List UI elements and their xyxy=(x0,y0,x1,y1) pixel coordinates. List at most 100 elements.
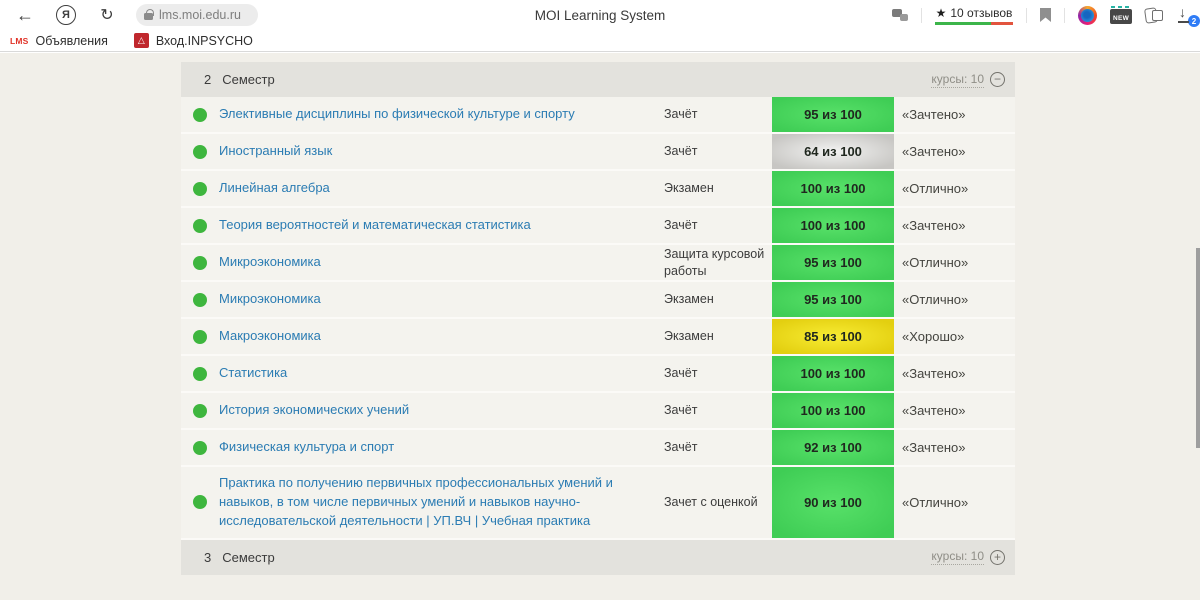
lock-icon xyxy=(144,9,154,20)
semester-number: 3 xyxy=(204,549,212,565)
course-link[interactable]: Статистика xyxy=(219,357,664,390)
bookmark-item-announcements[interactable]: LMS Объявления xyxy=(10,34,108,48)
courses-count-link[interactable]: курсы: 10 xyxy=(931,549,984,566)
grade-text: «Хорошо» xyxy=(902,329,965,344)
bookmark-label: Объявления xyxy=(35,33,108,48)
status-cell xyxy=(181,255,219,270)
browser-window: ← Я ↻ lms.moi.edu.ru MOI Learning System… xyxy=(0,0,1200,600)
course-link[interactable]: Микроэкономика xyxy=(219,283,664,316)
course-link[interactable]: Линейная алгебра xyxy=(219,172,664,205)
reload-button[interactable]: ↻ xyxy=(90,5,124,25)
course-link[interactable]: Микроэкономика xyxy=(219,246,664,279)
status-dot-icon xyxy=(193,495,207,510)
bookmark-icon[interactable] xyxy=(1040,8,1051,22)
score-badge: 85 из 100 xyxy=(772,319,894,354)
grades-table: 2 Семестр курсы: 10 − Элективные дисципл… xyxy=(181,62,1015,575)
status-dot-icon xyxy=(193,181,207,196)
browser-toolbar: ← Я ↻ lms.moi.edu.ru MOI Learning System… xyxy=(0,0,1200,30)
rating-bar xyxy=(935,21,1013,25)
course-link[interactable]: Теория вероятностей и математическая ста… xyxy=(219,209,664,242)
reviews-rating[interactable]: ★ 10 отзывов xyxy=(935,6,1013,25)
afisha-new-icon[interactable]: NEW xyxy=(1110,6,1132,24)
scrollbar-thumb[interactable] xyxy=(1196,248,1200,448)
semester-label: Семестр xyxy=(222,72,275,87)
bookmark-item-inpsycho[interactable]: △ Вход.INPSYCHO xyxy=(133,33,253,48)
table-row: Практика по получению первичных професси… xyxy=(181,467,1015,540)
status-cell xyxy=(181,366,219,381)
table-row: Статистика Зачёт 100 из 100 «Зачтено» xyxy=(181,356,1015,393)
score-badge: 100 из 100 xyxy=(772,171,894,206)
grade-text: «Отлично» xyxy=(902,494,969,510)
lms-favicon: LMS xyxy=(10,35,29,46)
status-dot-icon xyxy=(193,218,207,233)
grade-text: «Зачтено» xyxy=(902,107,966,122)
download-arrow-icon: ↓ xyxy=(1179,4,1186,20)
course-link[interactable]: Физическая культура и спорт xyxy=(219,431,664,464)
collapse-icon[interactable]: − xyxy=(990,72,1005,87)
score-badge: 95 из 100 xyxy=(772,245,894,280)
status-dot-icon xyxy=(193,403,207,418)
address-bar[interactable]: lms.moi.edu.ru xyxy=(136,4,258,26)
status-cell xyxy=(181,218,219,233)
status-dot-icon xyxy=(193,366,207,381)
status-cell xyxy=(181,440,219,455)
exam-type: Зачёт xyxy=(664,144,698,159)
exam-type: Зачет с оценкой xyxy=(664,494,758,509)
status-dot-icon xyxy=(193,255,207,270)
score-badge: 90 из 100 xyxy=(772,467,894,538)
grade-text: «Зачтено» xyxy=(902,366,966,381)
exam-type: Зачёт xyxy=(664,107,698,122)
table-row: Физическая культура и спорт Зачёт 92 из … xyxy=(181,430,1015,467)
status-cell xyxy=(181,181,219,196)
course-link[interactable]: История экономических учений xyxy=(219,394,664,427)
score-badge: 95 из 100 xyxy=(772,282,894,317)
download-count-badge: 2 xyxy=(1188,15,1200,27)
course-link[interactable]: Элективные дисциплины по физической куль… xyxy=(219,98,664,131)
bookmark-label: Вход.INPSYCHO xyxy=(155,33,253,48)
course-link[interactable]: Иностранный язык xyxy=(219,135,664,168)
exam-type: Зачёт xyxy=(664,403,698,418)
collections-icon[interactable] xyxy=(1145,8,1163,22)
status-cell xyxy=(181,144,219,159)
status-dot-icon xyxy=(193,107,207,122)
expand-icon[interactable]: + xyxy=(990,549,1005,565)
status-cell xyxy=(181,403,219,418)
table-row: Элективные дисциплины по физической куль… xyxy=(181,97,1015,134)
courses-count-link[interactable]: курсы: 10 xyxy=(931,72,984,88)
exam-type: Зачёт xyxy=(664,440,698,455)
exam-type: Зачёт xyxy=(664,218,698,233)
url-text: lms.moi.edu.ru xyxy=(159,8,241,22)
grade-text: «Зачтено» xyxy=(902,218,966,233)
profile-avatar-icon[interactable] xyxy=(1078,5,1097,25)
separator xyxy=(1064,7,1065,23)
table-row: Микроэкономика Экзамен 95 из 100 «Отличн… xyxy=(181,282,1015,319)
course-link[interactable]: Практика по получению первичных професси… xyxy=(219,467,664,538)
table-row: Макроэкономика Экзамен 85 из 100 «Хорошо… xyxy=(181,319,1015,356)
downloads-button[interactable]: ↓ 2 xyxy=(1176,4,1200,27)
course-rows: Элективные дисциплины по физической куль… xyxy=(181,97,1015,540)
semester-number: 2 xyxy=(204,72,212,87)
grade-text: «Зачтено» xyxy=(902,403,966,418)
bookmarks-bar: LMS Объявления △ Вход.INPSYCHO xyxy=(0,30,1200,52)
grade-text: «Зачтено» xyxy=(902,144,966,159)
score-badge: 100 из 100 xyxy=(772,393,894,428)
grade-text: «Зачтено» xyxy=(902,440,966,455)
back-button[interactable]: ← xyxy=(8,5,42,26)
score-badge: 95 из 100 xyxy=(772,97,894,132)
table-row: Иностранный язык Зачёт 64 из 100 «Зачтен… xyxy=(181,134,1015,171)
exam-type: Экзамен xyxy=(664,329,714,344)
score-badge: 64 из 100 xyxy=(772,134,894,169)
status-dot-icon xyxy=(193,329,207,344)
exam-type: Зачёт xyxy=(664,366,698,381)
course-link[interactable]: Макроэкономика xyxy=(219,320,664,353)
star-icon: ★ xyxy=(935,5,947,20)
grade-text: «Отлично» xyxy=(902,181,969,196)
table-row: Линейная алгебра Экзамен 100 из 100 «Отл… xyxy=(181,171,1015,208)
status-dot-icon xyxy=(193,440,207,455)
exam-type: Защита курсовой работы xyxy=(664,246,765,278)
semester-label: Семестр xyxy=(222,549,275,565)
table-row: Теория вероятностей и математическая ста… xyxy=(181,208,1015,245)
yandex-icon[interactable]: Я xyxy=(56,5,76,25)
separator xyxy=(1026,7,1027,23)
chat-icon[interactable] xyxy=(892,9,908,21)
